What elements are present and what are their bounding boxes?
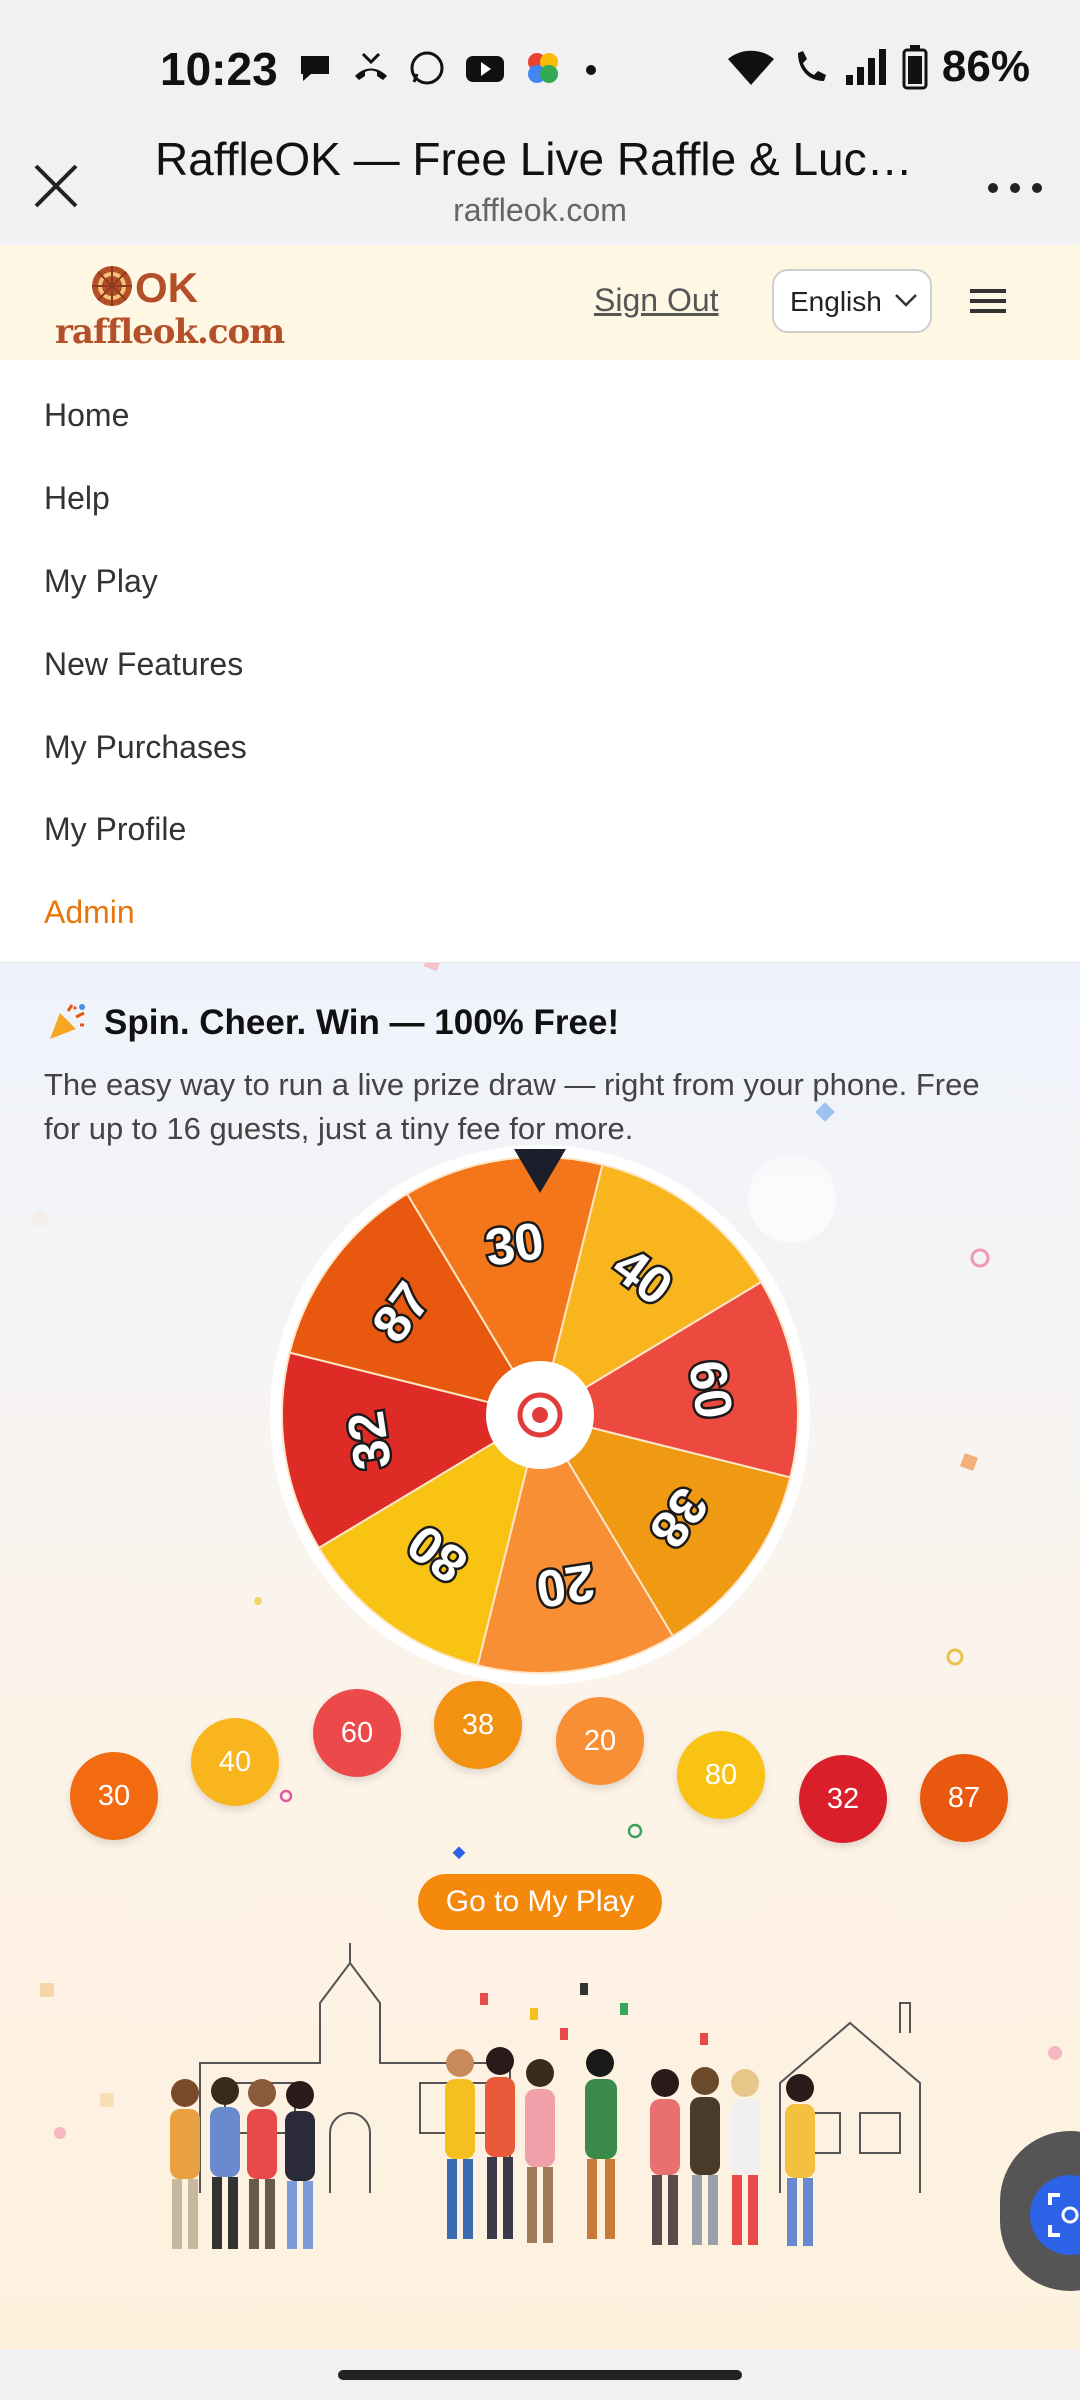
- menu-item-home[interactable]: Home: [44, 397, 129, 434]
- chat-bubble-icon: [301, 56, 329, 81]
- logo-mark-text: OK: [135, 264, 198, 311]
- clock: 10:23: [160, 43, 278, 95]
- number-chip: 80: [677, 1731, 765, 1819]
- menu-item-my-profile[interactable]: My Profile: [44, 811, 186, 848]
- nav-menu: Home Help My Play New Features My Purcha…: [0, 360, 1080, 963]
- wheel-segment-label: 30: [482, 1212, 548, 1278]
- number-chip: 30: [70, 1752, 158, 1840]
- site-header: OK raffleok.com Sign Out English: [0, 245, 1080, 361]
- whatsapp-icon: [410, 51, 444, 85]
- chip-value: 30: [97, 1779, 131, 1812]
- number-chip: 20: [556, 1697, 644, 1785]
- menu-item-admin[interactable]: Admin: [44, 894, 135, 931]
- wheel-segment-label: 32: [337, 1408, 403, 1474]
- page-title: RaffleOK — Free Live Raffle & Lucky…: [155, 133, 925, 185]
- wheel-segment-label: 20: [533, 1552, 599, 1618]
- battery-percent: 86%: [941, 42, 1030, 91]
- wheel-segment-label: 60: [677, 1357, 743, 1423]
- number-chip: 32: [799, 1755, 887, 1843]
- missed-call-icon: [355, 52, 387, 80]
- number-chip: 60: [313, 1689, 401, 1777]
- home-gesture-handle[interactable]: [338, 2370, 742, 2380]
- hamburger-menu-icon[interactable]: [968, 285, 1008, 317]
- prize-wheel[interactable]: 4060382080328730: [268, 1143, 812, 1687]
- page-url: raffleok.com: [453, 192, 627, 228]
- browser-title-bar: RaffleOK — Free Live Raffle & Lucky… raf…: [0, 120, 1080, 245]
- number-chip: 40: [191, 1718, 279, 1806]
- number-chip: 87: [920, 1754, 1008, 1842]
- chip-value: 87: [947, 1781, 981, 1814]
- menu-item-new-features[interactable]: New Features: [44, 646, 243, 683]
- more-options-icon[interactable]: [980, 168, 1050, 208]
- youtube-icon: [466, 56, 504, 82]
- battery-icon: [902, 45, 928, 90]
- site-logo[interactable]: OK raffleok.com: [55, 260, 285, 352]
- menu-item-my-play[interactable]: My Play: [44, 563, 158, 600]
- notification-icons: [295, 48, 603, 88]
- dot-icon: [586, 65, 596, 75]
- menu-item-my-purchases[interactable]: My Purchases: [44, 729, 247, 766]
- photos-icon: [528, 53, 558, 83]
- logo-text: raffleok.com: [55, 312, 285, 352]
- chip-value: 60: [340, 1716, 374, 1749]
- number-chip: 38: [434, 1681, 522, 1769]
- wheel-logo-icon: OK: [92, 264, 198, 311]
- wifi-calling-icon: [797, 51, 826, 81]
- chip-value: 38: [461, 1708, 495, 1741]
- hero-section: Spin. Cheer. Win — 100% Free! The easy w…: [0, 963, 1080, 2350]
- scan-icon: [1030, 2175, 1080, 2255]
- chevron-down-icon: [895, 294, 917, 307]
- wheel-pointer-icon: [514, 1149, 566, 1193]
- signal-icon: [845, 49, 886, 85]
- menu-item-help[interactable]: Help: [44, 480, 110, 517]
- status-right: 86%: [726, 42, 1030, 92]
- chip-value: 40: [218, 1745, 252, 1778]
- system-nav-bar: [0, 2350, 1080, 2400]
- sign-out-link[interactable]: Sign Out: [594, 282, 719, 319]
- wifi-icon: [727, 50, 774, 85]
- chip-value: 20: [583, 1724, 617, 1757]
- celebration-illustration: [40, 1943, 1062, 2249]
- crowd-illustration: [170, 2047, 815, 2249]
- go-to-my-play-button[interactable]: Go to My Play: [418, 1874, 662, 1930]
- language-select[interactable]: English: [772, 269, 932, 333]
- chip-value: 32: [826, 1782, 860, 1815]
- chip-value: 80: [704, 1758, 738, 1791]
- language-label: English: [790, 286, 882, 317]
- status-bar: 10:23 86%: [0, 0, 1080, 140]
